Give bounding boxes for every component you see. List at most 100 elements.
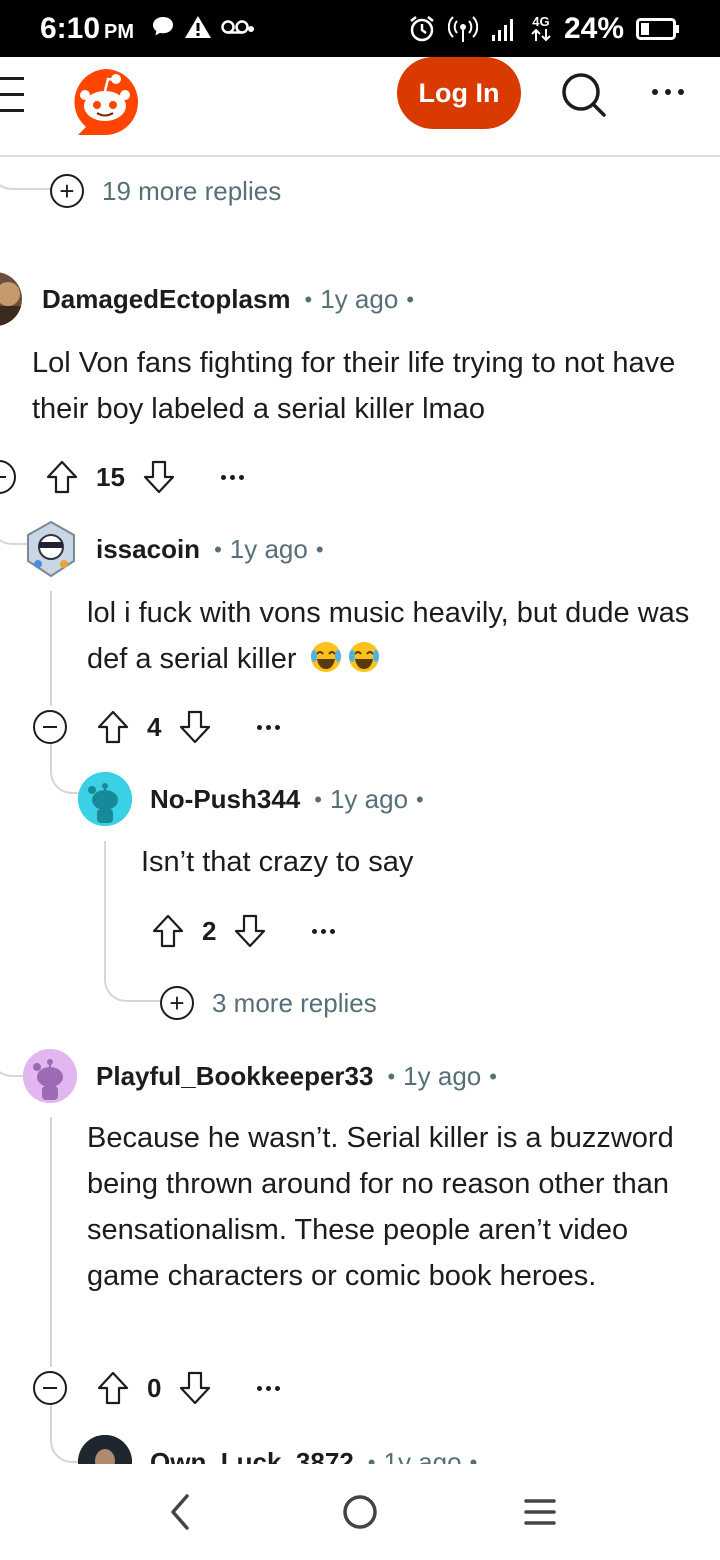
username[interactable]: issacoin	[96, 534, 200, 565]
overflow-menu-icon[interactable]	[652, 77, 702, 107]
meta-separator: •	[387, 1063, 396, 1089]
comment-actions: 0	[33, 1368, 281, 1408]
comment-body-text: lol i fuck with vons music heavily, but …	[87, 597, 690, 675]
username[interactable]: Own_Luck_3872	[150, 1447, 354, 1464]
timestamp: 1y ago	[229, 534, 308, 564]
recent-apps-icon[interactable]	[516, 1492, 564, 1532]
thread-connector	[50, 744, 80, 794]
username[interactable]: Playful_Bookkeeper33	[96, 1061, 373, 1092]
comment-thread: + 19 more replies DamagedEctoplasm • 1y …	[0, 159, 720, 1464]
downvote-icon[interactable]	[141, 458, 177, 496]
search-icon[interactable]	[556, 68, 610, 122]
downvote-icon[interactable]	[177, 708, 213, 746]
comment-actions: 4	[33, 707, 281, 747]
timestamp: 1y ago	[329, 784, 409, 814]
comment-body: lol i fuck with vons music heavily, but …	[87, 590, 697, 682]
thread-line	[50, 1117, 52, 1367]
system-icons: 4G 24%	[408, 12, 680, 46]
collapse-icon[interactable]	[33, 710, 67, 744]
log-in-button[interactable]: Log In	[397, 57, 521, 129]
comment-meta: Own_Luck_3872 • 1y ago •	[150, 1447, 477, 1464]
thread-connector	[50, 1405, 80, 1463]
more-replies-nested[interactable]: + 3 more replies	[160, 986, 377, 1020]
reddit-logo[interactable]	[68, 65, 142, 139]
data-arrows-icon	[531, 28, 551, 41]
battery-percent: 24%	[563, 12, 624, 45]
comment-more-icon[interactable]	[312, 928, 336, 934]
comment-meta: issacoin • 1y ago •	[96, 534, 324, 565]
comment-more-icon[interactable]	[257, 724, 281, 730]
downvote-icon[interactable]	[232, 912, 268, 950]
meta-separator: •	[214, 536, 222, 562]
timestamp: 1y ago	[320, 284, 399, 314]
hotspot-icon	[447, 16, 478, 42]
avatar[interactable]	[24, 520, 78, 578]
comment-meta: Playful_Bookkeeper33 • 1y ago •	[96, 1061, 497, 1092]
avatar[interactable]	[0, 272, 22, 326]
vote-score: 2	[202, 915, 217, 946]
home-icon[interactable]	[336, 1492, 384, 1532]
thread-connector	[0, 159, 52, 190]
network-label: 4G	[532, 13, 550, 29]
status-time: 6:10 PM	[40, 12, 134, 46]
comment-meta: No-Push344 • 1y ago •	[150, 784, 424, 815]
avatar[interactable]	[78, 1435, 132, 1464]
signal-icon	[491, 19, 513, 41]
meta-separator: •	[416, 786, 424, 812]
more-replies-top[interactable]: + 19 more replies	[50, 174, 281, 208]
vote-score: 4	[147, 711, 162, 742]
username[interactable]: No-Push344	[150, 784, 300, 815]
timestamp: 1y ago	[403, 1061, 482, 1091]
expand-icon[interactable]: +	[50, 174, 84, 208]
meta-separator: •	[314, 786, 322, 812]
expand-icon[interactable]: +	[160, 986, 194, 1020]
comment-more-icon[interactable]	[220, 474, 244, 480]
app-header: Log In	[0, 57, 720, 157]
comment-actions: 15	[0, 457, 244, 497]
timestamp: 1y ago	[383, 1447, 462, 1464]
comment-body: Isn’t that crazy to say	[141, 846, 414, 878]
system-navigation-bar	[0, 1464, 720, 1560]
comment-meta: DamagedEctoplasm • 1y ago •	[42, 284, 414, 315]
downvote-icon[interactable]	[177, 1369, 213, 1407]
comment-body: Lol Von fans fighting for their life try…	[32, 347, 676, 425]
vote-score: 0	[147, 1372, 162, 1403]
network-type: 4G	[530, 15, 552, 44]
thread-connector	[0, 1029, 24, 1077]
upvote-icon[interactable]	[95, 1369, 131, 1407]
meta-separator: •	[315, 536, 324, 562]
alarm-icon	[410, 16, 434, 42]
notification-icons	[150, 14, 254, 40]
comment-body: Because he wasn’t. Serial killer is a bu…	[87, 1122, 674, 1292]
more-replies-label: 19 more replies	[102, 175, 282, 206]
upvote-icon[interactable]	[150, 912, 186, 950]
battery-icon	[636, 18, 679, 40]
back-icon[interactable]	[156, 1492, 204, 1532]
meta-separator: •	[489, 1063, 497, 1089]
meta-separator: •	[406, 286, 415, 312]
upvote-icon[interactable]	[44, 458, 80, 496]
warning-icon	[185, 16, 211, 38]
collapse-icon[interactable]	[33, 1371, 67, 1405]
upvote-icon[interactable]	[95, 708, 131, 746]
meta-separator: •	[304, 286, 313, 312]
username[interactable]: DamagedEctoplasm	[42, 284, 291, 315]
comment-more-icon[interactable]	[257, 1385, 281, 1391]
voicemail-icon	[221, 20, 254, 34]
comment-actions: 2	[150, 911, 336, 951]
avatar[interactable]	[23, 1049, 77, 1103]
laughing-emoji-icon	[348, 642, 379, 672]
laughing-emoji-icon	[310, 642, 341, 672]
more-replies-label: 3 more replies	[212, 987, 377, 1018]
thread-connector	[104, 959, 162, 1002]
meta-separator: •	[367, 1449, 376, 1465]
avatar[interactable]	[78, 772, 132, 826]
thread-line	[50, 591, 52, 706]
status-bar: 6:10 PM 4G 24%	[0, 0, 720, 57]
status-time-value: 6:10	[40, 12, 101, 45]
status-ampm: PM	[104, 21, 135, 43]
menu-icon[interactable]	[0, 77, 26, 117]
vote-score: 15	[96, 461, 125, 492]
collapse-icon[interactable]	[0, 460, 16, 494]
chat-bubble-icon	[153, 17, 173, 36]
